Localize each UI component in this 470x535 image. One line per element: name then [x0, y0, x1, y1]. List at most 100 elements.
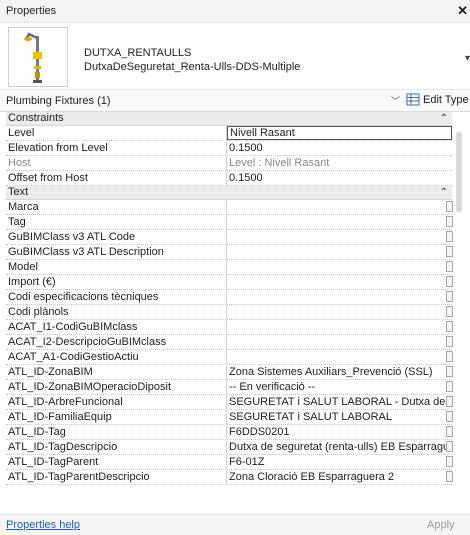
ellipsis-button-icon[interactable] — [446, 201, 453, 212]
scrollbar-thumb[interactable] — [456, 132, 462, 212]
property-name: ACAT_I1-CodiGuBIMclass — [6, 320, 227, 334]
property-value[interactable]: SEGURETAT i SALUT LABORAL - Dutxa de se.… — [227, 395, 452, 409]
property-value: Level : Nivell Rasant — [229, 157, 330, 169]
property-name: ACAT_I2-DescripcioGuBIMclass — [6, 335, 227, 349]
chevron-down-icon[interactable]: ▾ — [465, 53, 470, 64]
property-row: Model — [6, 260, 453, 275]
ellipsis-button-icon[interactable] — [446, 231, 453, 242]
property-name: GuBIMClass v3 ATL Code — [6, 230, 227, 244]
property-name: Tag — [6, 215, 227, 229]
property-value[interactable]: Nivell Rasant — [227, 126, 452, 140]
property-value[interactable]: SEGURETAT i SALUT LABORAL — [227, 410, 452, 424]
property-value[interactable]: F6DDS0201 — [227, 425, 452, 439]
property-row: GuBIMClass v3 ATL Description — [6, 245, 453, 260]
ellipsis-button-icon[interactable] — [446, 366, 453, 377]
property-name: ACAT_A1-CodiGestioActiu — [6, 350, 227, 364]
category-filter[interactable]: Plumbing Fixtures (1) ﹀ Edit Type — [0, 90, 470, 112]
property-name: Elevation from Level — [6, 141, 227, 155]
property-name: Import (€) — [6, 275, 227, 289]
close-icon[interactable]: ✕ — [457, 3, 468, 19]
ellipsis-button-icon[interactable] — [446, 336, 453, 347]
property-value[interactable]: 0.1500 — [227, 141, 452, 155]
property-value[interactable]: 0.1500 — [227, 171, 452, 185]
property-value[interactable] — [227, 215, 452, 229]
ellipsis-button-icon[interactable] — [446, 306, 453, 317]
property-row: ATL_ID-ZonaBIM Zona Sistemes Auxiliars_Pr… — [6, 365, 453, 380]
type-name: DutxaDeSeguretat_Renta-Ulls-DDS-Multiple — [84, 61, 301, 73]
property-value[interactable]: Dutxa de seguretat (renta-ulls) EB Espar… — [227, 440, 452, 454]
properties-grid[interactable]: Constraints ⌃ Level Nivell Rasant Elevation … — [6, 112, 462, 511]
property-name: Codi especificacions tècniques — [6, 290, 227, 304]
property-row: ATL_ID-ArbreFuncional SEGURETAT i SALUT L… — [6, 395, 453, 410]
ellipsis-button-icon[interactable] — [446, 441, 453, 452]
property-value[interactable]: Zona Sistemes Auxiliars_Prevenció (SSL) — [227, 365, 452, 379]
edit-type-icon — [406, 93, 420, 106]
apply-button[interactable]: Apply — [427, 519, 455, 531]
ellipsis-button-icon[interactable] — [446, 276, 453, 287]
collapse-icon[interactable]: ⌃ — [440, 186, 448, 199]
property-value[interactable] — [227, 335, 452, 349]
window-title: Properties — [6, 5, 57, 17]
property-name: Codi plànols — [6, 305, 227, 319]
ellipsis-button-icon[interactable] — [446, 246, 453, 257]
property-name: Model — [6, 260, 227, 274]
ellipsis-button-icon[interactable] — [446, 396, 453, 407]
ellipsis-button-icon[interactable] — [446, 456, 453, 467]
shower-fixture-icon — [24, 32, 42, 83]
property-name: Marca — [6, 200, 227, 214]
property-value[interactable] — [227, 305, 452, 319]
property-value[interactable] — [227, 200, 452, 214]
ellipsis-button-icon[interactable] — [446, 381, 453, 392]
section-title: Text — [8, 186, 29, 198]
property-row: ACAT_I1-CodiGuBIMclass — [6, 320, 453, 335]
category-label: Plumbing Fixtures (1) — [6, 95, 111, 107]
section-title: Constraints — [8, 112, 64, 124]
edit-type-label: Edit Type — [423, 93, 469, 106]
ellipsis-button-icon[interactable] — [446, 426, 453, 437]
property-name: ATL_ID-TagDescripcio — [6, 440, 227, 454]
property-value[interactable] — [227, 245, 452, 259]
ellipsis-button-icon[interactable] — [446, 471, 453, 482]
property-value[interactable]: Zona Cloració EB Esparraguera 2 — [227, 470, 452, 484]
property-value[interactable] — [227, 290, 452, 304]
property-name: ATL_ID-ZonaBIMOperacioDiposit — [6, 380, 227, 394]
property-value[interactable] — [227, 350, 452, 364]
property-name: ATL_ID-ZonaBIM — [6, 365, 227, 379]
property-row: Level Nivell Rasant — [6, 126, 452, 141]
property-row: Elevation from Level 0.1500 — [6, 141, 452, 156]
type-selector[interactable]: DUTXA_RENTAULLS DutxaDeSeguretat_Renta-U… — [0, 23, 470, 90]
property-name: ATL_ID-ArbreFuncional — [6, 395, 227, 409]
property-value[interactable] — [227, 275, 452, 289]
property-row: ATL_ID-Tag F6DDS0201 — [6, 425, 453, 440]
properties-help-link[interactable]: Properties help — [6, 519, 80, 531]
property-row: ACAT_A1-CodiGestioActiu — [6, 350, 453, 365]
section-header[interactable]: Text ⌃ — [6, 186, 452, 200]
ellipsis-button-icon[interactable] — [446, 291, 453, 302]
property-value[interactable] — [227, 320, 452, 334]
property-value[interactable]: F6-01Z — [227, 455, 452, 469]
property-row: Marca — [6, 200, 453, 215]
ellipsis-button-icon[interactable] — [446, 216, 453, 227]
property-row: Tag — [6, 215, 453, 230]
property-row: ATL_ID-TagParent F6-01Z — [6, 455, 453, 470]
property-row: Host Level : Nivell Rasant — [6, 156, 452, 171]
property-row: ACAT_I2-DescripcioGuBIMclass — [6, 335, 453, 350]
property-value[interactable] — [227, 260, 452, 274]
property-row: Codi plànols — [6, 305, 453, 320]
chevron-down-icon[interactable]: ﹀ — [391, 94, 400, 107]
property-row: Offset from Host 0.1500 — [6, 171, 452, 186]
property-name: Level — [6, 126, 227, 140]
ellipsis-button-icon[interactable] — [446, 261, 453, 272]
ellipsis-button-icon[interactable] — [446, 351, 453, 362]
section-header[interactable]: Constraints ⌃ — [6, 112, 452, 126]
property-value[interactable]: -- En verificació -- — [227, 380, 452, 394]
property-value[interactable] — [227, 230, 452, 244]
property-name: ATL_ID-Tag — [6, 425, 227, 439]
edit-type-button[interactable]: Edit Type — [406, 93, 469, 106]
ellipsis-button-icon[interactable] — [446, 321, 453, 332]
collapse-icon[interactable]: ⌃ — [440, 112, 448, 125]
family-thumbnail — [8, 27, 68, 87]
ellipsis-button-icon[interactable] — [446, 411, 453, 422]
properties-grid-content: Constraints ⌃ Level Nivell Rasant Elevation … — [6, 112, 453, 485]
property-row: ATL_ID-TagParentDescripcio Zona Cloració … — [6, 470, 453, 485]
